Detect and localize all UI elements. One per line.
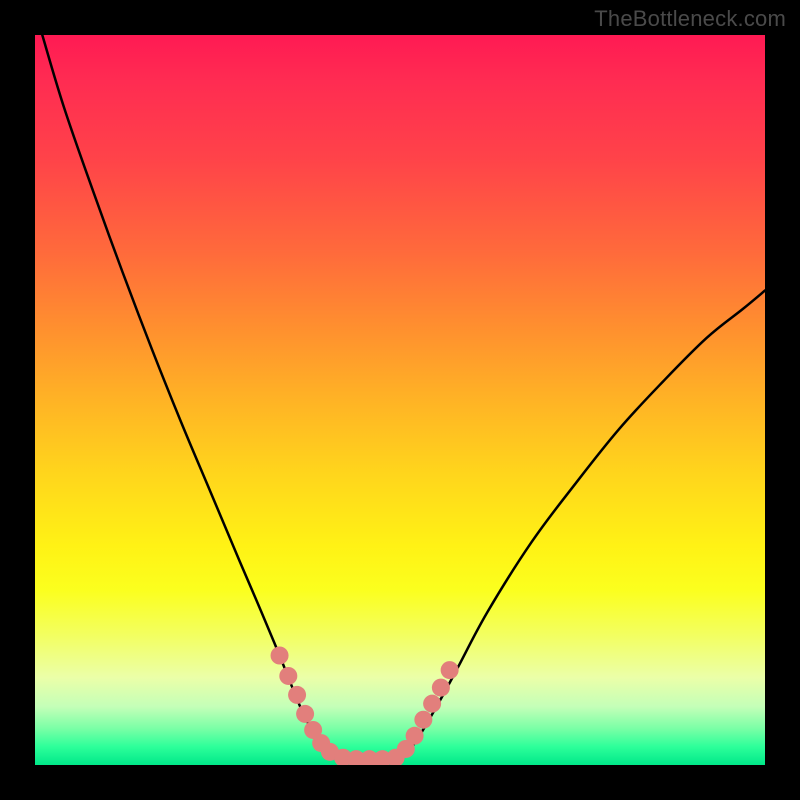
plot-area: [35, 35, 765, 765]
highlight-dot: [271, 647, 289, 665]
highlight-dot: [432, 679, 450, 697]
highlight-dot: [423, 695, 441, 713]
chart-frame: TheBottleneck.com: [0, 0, 800, 800]
highlight-dot: [296, 705, 314, 723]
highlight-dot: [406, 727, 424, 745]
highlight-dot: [441, 661, 459, 679]
series-group: [42, 35, 765, 761]
highlight-dot: [414, 711, 432, 729]
highlight-dot: [279, 667, 297, 685]
highlight-dot: [288, 686, 306, 704]
chart-svg: [35, 35, 765, 765]
bottleneck-curve: [42, 35, 765, 761]
watermark-text: TheBottleneck.com: [594, 6, 786, 32]
